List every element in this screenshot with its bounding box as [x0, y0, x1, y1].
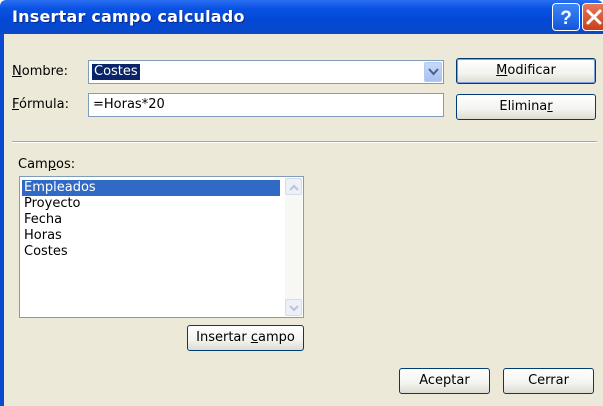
- arrow-up-icon: [289, 184, 299, 191]
- help-icon: ?: [560, 8, 572, 29]
- cerrar-button[interactable]: Cerrar: [503, 368, 594, 394]
- help-button[interactable]: ?: [552, 3, 580, 31]
- nombre-label-text: ombre:: [21, 64, 69, 79]
- list-item-costes[interactable]: Costes: [22, 244, 68, 260]
- modificar-accel: M: [496, 63, 508, 78]
- nombre-accel: N: [12, 64, 22, 79]
- nombre-label: Nombre:: [12, 64, 68, 79]
- formula-label-text: órmula:: [19, 97, 69, 112]
- modificar-label: odificar: [507, 63, 556, 78]
- separator: [12, 141, 597, 143]
- arrow-down-icon: [289, 305, 299, 312]
- aceptar-button[interactable]: Aceptar: [399, 368, 490, 394]
- eliminar-accel: r: [547, 99, 553, 114]
- dialog-title: Insertar campo calculado: [12, 7, 245, 26]
- formula-accel: F: [12, 97, 20, 112]
- nombre-combobox[interactable]: Costes: [88, 60, 444, 84]
- list-item-empleados[interactable]: Empleados: [22, 180, 280, 196]
- campos-label-end: os:: [55, 157, 76, 172]
- insertar-label: Insertar: [196, 330, 251, 345]
- insertar-label-end: ampo: [258, 330, 295, 345]
- list-item-proyecto[interactable]: Proyecto: [22, 196, 81, 212]
- vertical-scrollbar[interactable]: [285, 178, 302, 316]
- close-button[interactable]: [582, 3, 603, 31]
- window-frame-left: [0, 34, 4, 406]
- formula-label: Fórmula:: [12, 97, 69, 112]
- list-item-fecha[interactable]: Fecha: [22, 212, 62, 228]
- dialog-window: Insertar campo calculado ? Nombre: Coste…: [0, 0, 603, 406]
- svg-text:?: ?: [560, 8, 572, 29]
- close-icon: [586, 9, 602, 25]
- eliminar-button[interactable]: Eliminar: [456, 94, 596, 120]
- title-bar[interactable]: Insertar campo calculado ?: [0, 0, 603, 34]
- eliminar-label: Elimina: [499, 99, 548, 114]
- modificar-button[interactable]: Modificar: [456, 58, 596, 84]
- chevron-down-icon: [428, 68, 439, 76]
- campos-label: Campos:: [18, 157, 75, 172]
- campos-label-start: Cam: [18, 157, 48, 172]
- insertar-campo-button[interactable]: Insertar campo: [187, 325, 304, 351]
- nombre-dropdown-button[interactable]: [424, 62, 442, 82]
- scroll-up-button[interactable]: [285, 178, 302, 195]
- list-item-horas[interactable]: Horas: [22, 228, 62, 244]
- formula-input[interactable]: =Horas*20: [88, 93, 444, 117]
- campos-accel: p: [47, 157, 56, 172]
- scroll-down-button[interactable]: [285, 299, 302, 316]
- campos-listbox[interactable]: Empleados Proyecto Fecha Horas Costes: [19, 176, 304, 318]
- nombre-value: Costes: [92, 64, 140, 80]
- insertar-accel: c: [250, 330, 259, 345]
